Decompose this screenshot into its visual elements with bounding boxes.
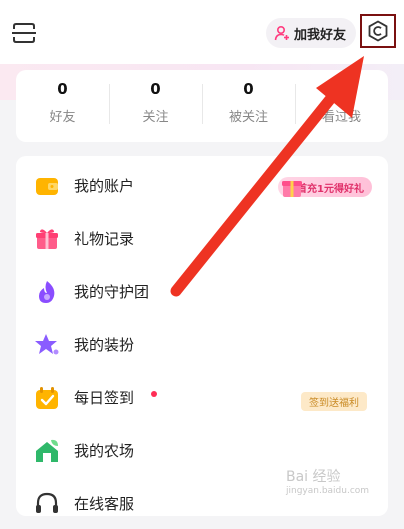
menu-item-daily-signin[interactable]: 每日签到 签到送福利 xyxy=(16,373,388,423)
add-friend-button[interactable]: 加我好友 xyxy=(266,18,357,48)
menu-label: 我的账户 xyxy=(74,177,135,195)
menu-item-outfit[interactable]: 我的装扮 xyxy=(16,320,388,370)
stat-following[interactable]: 0 关注 xyxy=(109,80,202,125)
scan-icon[interactable] xyxy=(12,22,36,44)
stat-label: 好友 xyxy=(49,110,76,125)
settings-icon xyxy=(368,20,388,42)
signin-badge[interactable]: 签到送福利 xyxy=(301,392,367,411)
watermark-text: Bai 经验 xyxy=(286,469,341,485)
menu-label: 我的装扮 xyxy=(74,336,135,354)
stat-followers[interactable]: 0 被关注 xyxy=(202,80,295,125)
stat-value xyxy=(295,80,388,102)
menu-item-account[interactable]: 我的账户 首充1元得好礼 xyxy=(16,161,388,211)
gift-icon xyxy=(36,229,58,249)
wallet-icon xyxy=(36,178,58,195)
promo-badge-text: 首充1元得好礼 xyxy=(297,183,364,195)
menu-label: 每日签到 xyxy=(74,389,135,407)
farm-house-icon xyxy=(36,439,58,462)
watermark-sub: jingyan.baidu.com xyxy=(286,486,370,496)
add-friend-label: 加我好友 xyxy=(294,27,347,43)
stat-value: 0 xyxy=(57,80,68,98)
settings-button[interactable] xyxy=(360,14,396,48)
stat-label: 关注 xyxy=(142,110,169,125)
gift-box-icon xyxy=(282,181,302,197)
menu-card: 我的账户 首充1元得好礼 礼物记录 我的守护团 我的装扮 每日签到 签到送福利 … xyxy=(16,156,388,516)
watermark: Bai 经验 jingyan.baidu.com xyxy=(286,466,396,502)
stat-value: 0 xyxy=(150,80,161,98)
menu-label: 礼物记录 xyxy=(74,230,135,248)
top-bar: 加我好友 xyxy=(0,0,404,64)
menu-item-gift-records[interactable]: 礼物记录 xyxy=(16,214,388,264)
star-icon xyxy=(35,334,59,355)
add-user-icon xyxy=(274,25,289,41)
stat-label: 被关注 xyxy=(228,110,268,125)
stat-label: 看过我 xyxy=(321,110,361,125)
menu-label: 我的农场 xyxy=(74,442,135,460)
stat-value: 0 xyxy=(243,80,254,98)
guard-flame-icon xyxy=(39,281,55,303)
stats-card: 0 好友 0 关注 0 被关注 看过我 xyxy=(16,70,388,142)
calendar-icon xyxy=(36,387,58,409)
menu-item-guard-team[interactable]: 我的守护团 xyxy=(16,267,388,317)
stat-friends[interactable]: 0 好友 xyxy=(16,80,109,125)
menu-label: 我的守护团 xyxy=(74,283,150,301)
notification-dot xyxy=(151,391,157,397)
promo-badge[interactable]: 首充1元得好礼 xyxy=(278,177,372,197)
menu-label: 在线客服 xyxy=(74,495,135,513)
headset-icon xyxy=(36,492,58,513)
stat-visitors[interactable]: 看过我 xyxy=(295,80,388,125)
